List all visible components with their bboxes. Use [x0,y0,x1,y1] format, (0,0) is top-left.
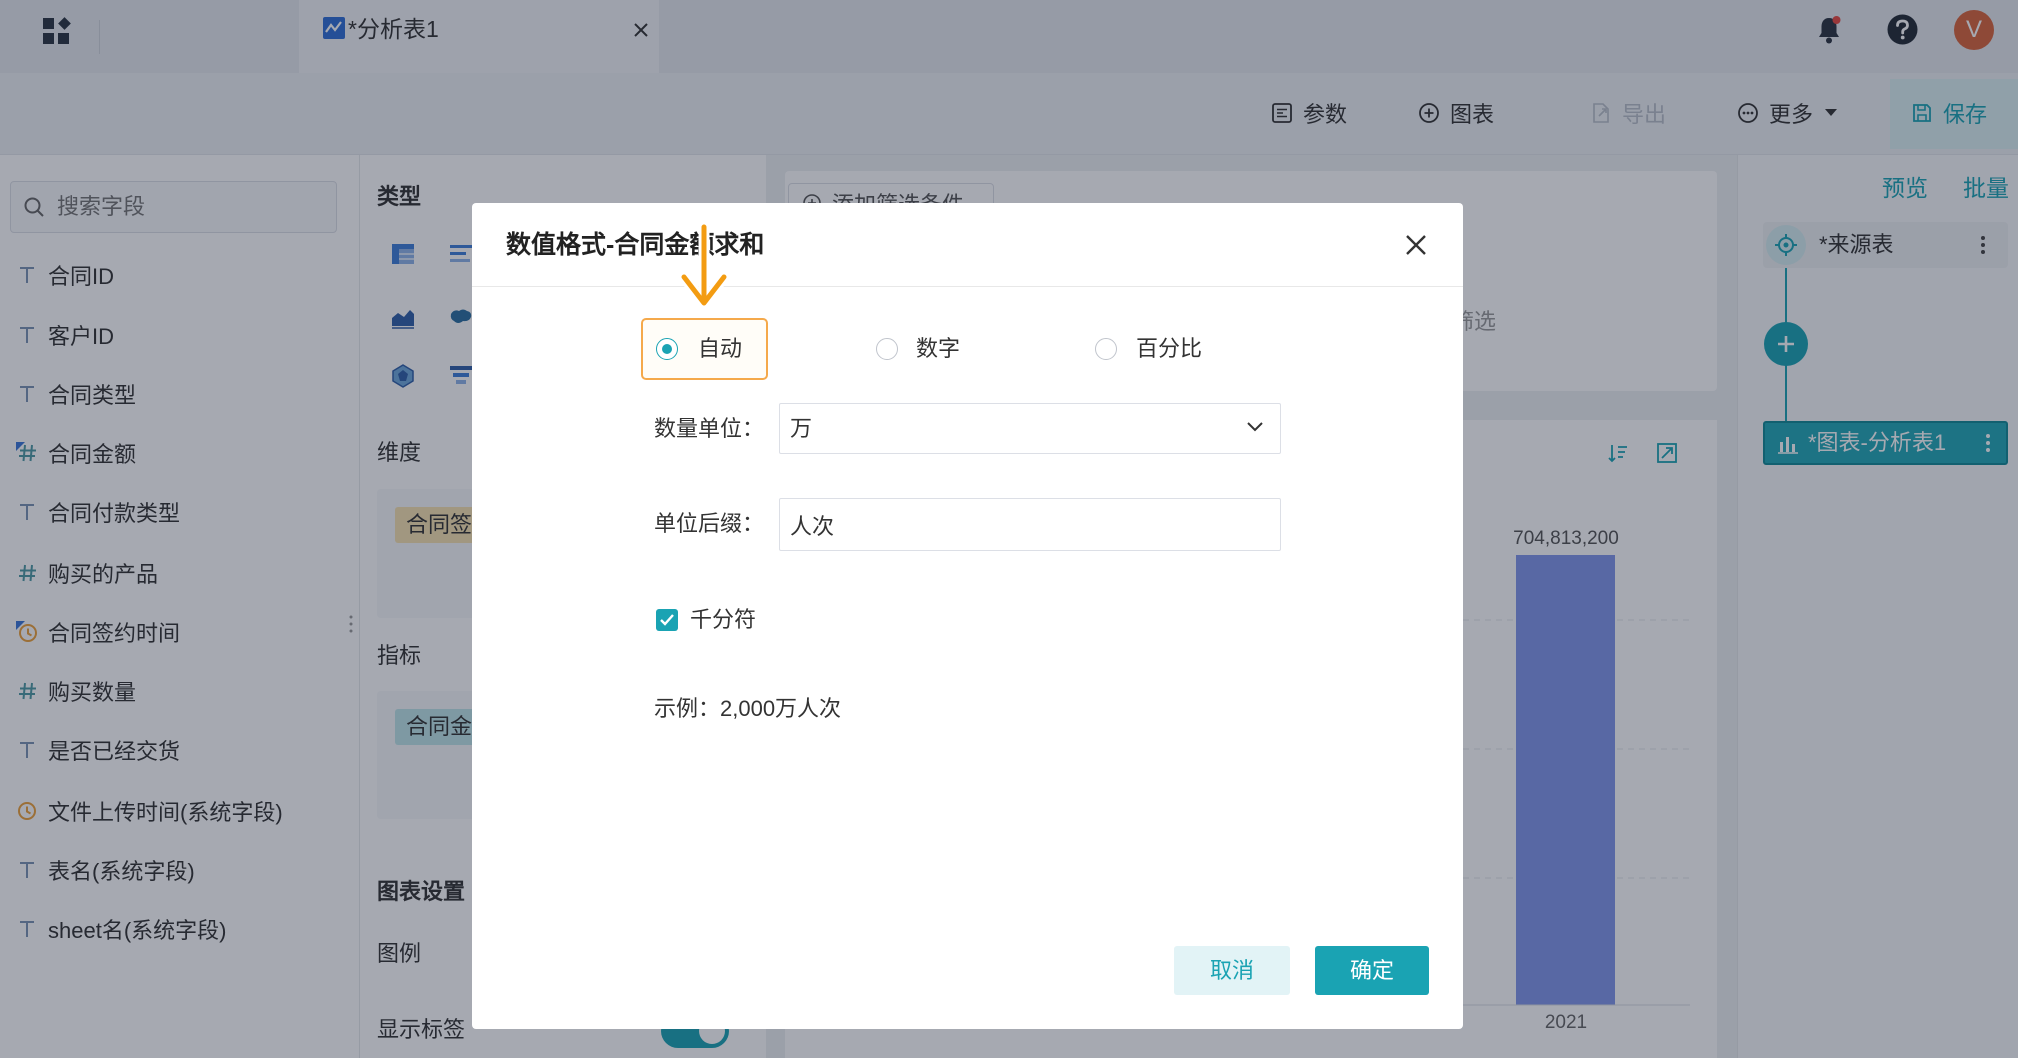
chevron-down-icon [1247,422,1263,432]
thousands-checkbox[interactable] [656,609,678,631]
number-format-dialog: 数值格式-合同金额求和 自动 数字 百分比 数量单位： 万 单位后缀： 千分符 … [472,203,1463,1029]
thousands-label[interactable]: 千分符 [690,605,756,635]
confirm-label: 确定 [1349,958,1394,983]
pointer-arrow-icon [678,223,730,309]
check-icon [660,614,674,626]
format-radio-number[interactable] [876,338,898,360]
confirm-button[interactable]: 确定 [1315,946,1429,995]
format-radio-auto[interactable] [656,338,678,360]
dialog-close-icon[interactable] [1403,232,1429,258]
format-option-number-label[interactable]: 数字 [916,334,960,364]
unit-label: 数量单位： [654,416,765,441]
format-example: 示例：2,000万人次 [654,696,842,721]
format-radio-percent[interactable] [1095,338,1117,360]
suffix-label: 单位后缀： [654,511,765,536]
suffix-input[interactable] [779,498,1281,551]
cancel-button[interactable]: 取消 [1174,946,1290,995]
dialog-header-divider [472,286,1463,287]
unit-select[interactable]: 万 [779,403,1281,454]
format-option-percent-label[interactable]: 百分比 [1136,334,1202,364]
cancel-label: 取消 [1209,958,1254,983]
unit-select-value: 万 [790,416,813,441]
format-option-auto-label[interactable]: 自动 [698,334,742,364]
